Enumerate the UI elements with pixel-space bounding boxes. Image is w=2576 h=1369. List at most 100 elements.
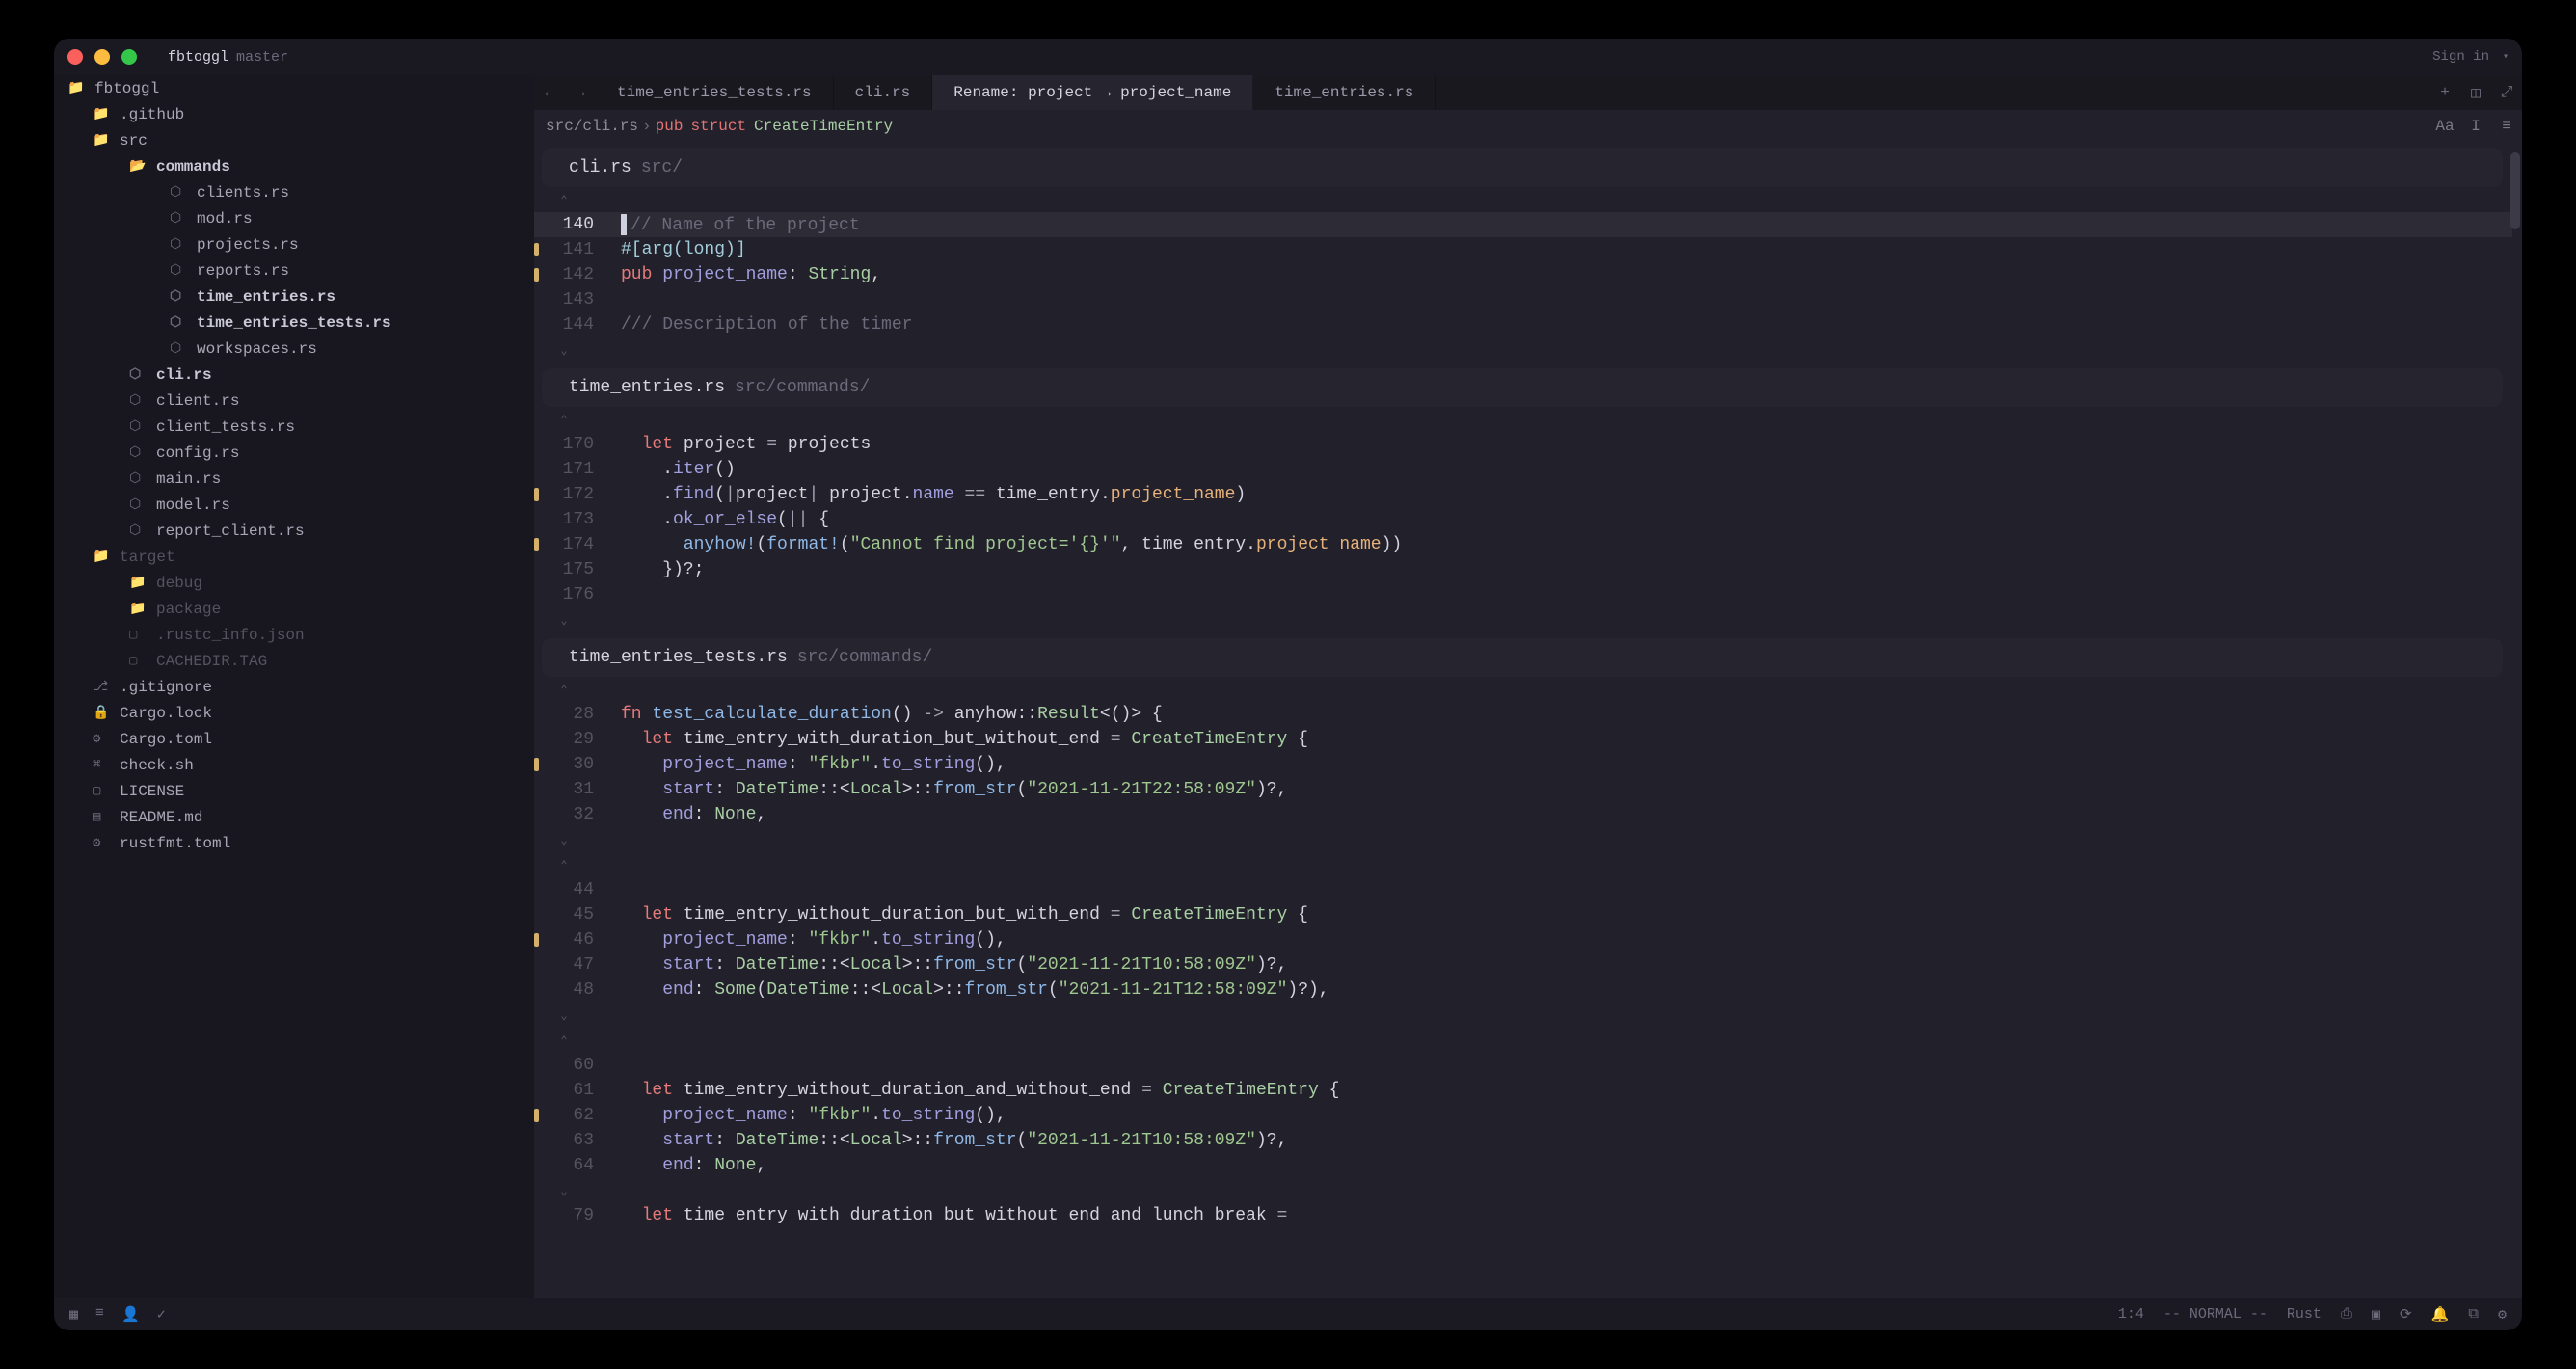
scrollbar[interactable] bbox=[2510, 152, 2520, 229]
panel-icon[interactable]: ▦ bbox=[69, 1305, 78, 1324]
code-line[interactable]: 174 anyhow!(format!("Cannot find project… bbox=[534, 532, 2512, 557]
code-line[interactable]: 32 end: None, bbox=[534, 802, 2512, 827]
case-toggle-icon[interactable]: Aa bbox=[2429, 118, 2460, 135]
copilot-icon[interactable]: ⎙ bbox=[2341, 1305, 2352, 1323]
tab[interactable]: cli.rs bbox=[834, 75, 933, 110]
code-line[interactable]: 62 project_name: "fkbr".to_string(), bbox=[534, 1103, 2512, 1128]
expand-icon[interactable]: ⌃ bbox=[534, 407, 594, 432]
tree-item[interactable]: ⬡report_client.rs bbox=[54, 518, 534, 544]
code-line[interactable]: 44 bbox=[534, 877, 2512, 902]
check-icon[interactable]: ✓ bbox=[157, 1305, 166, 1324]
expand-icon[interactable]: ⌄ bbox=[534, 1178, 594, 1203]
tree-item[interactable]: ⬡reports.rs bbox=[54, 257, 534, 283]
results-pane[interactable]: cli.rssrc/⌃⚡140// Name of the project141… bbox=[534, 143, 2522, 1298]
file-tree[interactable]: 📁fbtoggl📁.github📁src📂commands⬡clients.rs… bbox=[54, 75, 534, 1298]
expand-icon[interactable]: ⌄ bbox=[534, 1003, 594, 1028]
new-tab-icon[interactable]: + bbox=[2429, 75, 2460, 110]
tree-item[interactable]: ▤README.md bbox=[54, 804, 534, 830]
tree-item[interactable]: ⬡client.rs bbox=[54, 388, 534, 414]
minimize-icon[interactable] bbox=[94, 49, 110, 65]
tree-item[interactable]: ⬡client_tests.rs bbox=[54, 414, 534, 440]
tree-item[interactable]: 📁target bbox=[54, 544, 534, 570]
tree-item[interactable]: ⬡projects.rs bbox=[54, 231, 534, 257]
result-file-header[interactable]: cli.rssrc/ bbox=[542, 148, 2503, 187]
tree-item[interactable]: ⬡main.rs bbox=[54, 466, 534, 492]
branch-label[interactable]: master bbox=[236, 49, 288, 66]
code-line[interactable]: 30 project_name: "fkbr".to_string(), bbox=[534, 752, 2512, 777]
zoom-icon[interactable] bbox=[121, 49, 137, 65]
expand-icon[interactable]: ⌄ bbox=[534, 337, 594, 362]
code-line[interactable]: 29 let time_entry_with_duration_but_with… bbox=[534, 727, 2512, 752]
expand-icon[interactable]: ⌃ bbox=[534, 677, 594, 702]
tree-item[interactable]: ▢.rustc_info.json bbox=[54, 622, 534, 648]
tree-item[interactable]: 📁.github bbox=[54, 101, 534, 127]
code-line[interactable]: 31 start: DateTime::<Local>::from_str("2… bbox=[534, 777, 2512, 802]
tree-item[interactable]: ⌘check.sh bbox=[54, 752, 534, 778]
expand-icon[interactable]: ⌄ bbox=[534, 607, 594, 632]
tree-item[interactable]: ⬡workspaces.rs bbox=[54, 336, 534, 362]
expand-icon[interactable]: ⌄ bbox=[534, 827, 594, 852]
filter-icon[interactable]: ≡ bbox=[2491, 118, 2522, 135]
code-line[interactable]: 60 bbox=[534, 1053, 2512, 1078]
gear-icon[interactable]: ⚙ bbox=[2498, 1305, 2507, 1324]
tree-item[interactable]: ⬡model.rs bbox=[54, 492, 534, 518]
language-label[interactable]: Rust bbox=[2287, 1306, 2321, 1323]
code-line[interactable]: 175 })?; bbox=[534, 557, 2512, 582]
tree-item[interactable]: 📁src bbox=[54, 127, 534, 153]
result-file-header[interactable]: time_entries.rssrc/commands/ bbox=[542, 368, 2503, 407]
result-file-header[interactable]: time_entries_tests.rssrc/commands/ bbox=[542, 638, 2503, 677]
tree-item[interactable]: ⬡mod.rs bbox=[54, 205, 534, 231]
code-line[interactable]: 143 bbox=[534, 287, 2512, 312]
bell-icon[interactable]: 🔔 bbox=[2431, 1305, 2450, 1324]
tree-item[interactable]: ⚙Cargo.toml bbox=[54, 726, 534, 752]
code-line[interactable]: 176 bbox=[534, 582, 2512, 607]
expand-icon[interactable]: ⌃ bbox=[534, 1028, 594, 1053]
code-line[interactable]: 141#[arg(long)] bbox=[534, 237, 2512, 262]
tree-item[interactable]: ⚙rustfmt.toml bbox=[54, 830, 534, 856]
refresh-icon[interactable]: ⟳ bbox=[2400, 1305, 2412, 1324]
tree-item[interactable]: 📁package bbox=[54, 596, 534, 622]
code-line[interactable]: 61 let time_entry_without_duration_and_w… bbox=[534, 1078, 2512, 1103]
tree-item[interactable]: 🔒Cargo.lock bbox=[54, 700, 534, 726]
expand-icon[interactable]: ⌃ bbox=[534, 852, 594, 877]
tree-item[interactable]: 📁fbtoggl bbox=[54, 75, 534, 101]
code-line[interactable]: 46 project_name: "fkbr".to_string(), bbox=[534, 927, 2512, 953]
code-line[interactable]: 47 start: DateTime::<Local>::from_str("2… bbox=[534, 953, 2512, 978]
tree-item[interactable]: ▢CACHEDIR.TAG bbox=[54, 648, 534, 674]
tree-item[interactable]: ⬡cli.rs bbox=[54, 362, 534, 388]
code-line[interactable]: 48 end: Some(DateTime::<Local>::from_str… bbox=[534, 978, 2512, 1003]
code-line[interactable]: 172 .find(|project| project.name == time… bbox=[534, 482, 2512, 507]
cursor-icon[interactable]: I bbox=[2460, 118, 2491, 135]
tree-item[interactable]: 📁debug bbox=[54, 570, 534, 596]
nav-back-icon[interactable]: ← bbox=[534, 75, 565, 110]
code-line[interactable]: ⚡140// Name of the project bbox=[534, 212, 2512, 237]
code-line[interactable]: 173 .ok_or_else(|| { bbox=[534, 507, 2512, 532]
code-line[interactable]: 170 let project = projects bbox=[534, 432, 2512, 457]
breadcrumb[interactable]: src/cli.rs › pub struct CreateTimeEntry … bbox=[534, 110, 2522, 143]
code-line[interactable]: 28fn test_calculate_duration() -> anyhow… bbox=[534, 702, 2512, 727]
code-line[interactable]: 144/// Description of the timer bbox=[534, 312, 2512, 337]
tab[interactable]: Rename: project → project_name bbox=[932, 75, 1253, 110]
tree-item[interactable]: ▢LICENSE bbox=[54, 778, 534, 804]
contacts-icon[interactable]: 👤 bbox=[121, 1305, 140, 1324]
code-line[interactable]: 63 start: DateTime::<Local>::from_str("2… bbox=[534, 1128, 2512, 1153]
code-line[interactable]: 64 end: None, bbox=[534, 1153, 2512, 1178]
tree-item[interactable]: ⎇.gitignore bbox=[54, 674, 534, 700]
sign-in-link[interactable]: Sign in bbox=[2432, 49, 2489, 65]
tree-item[interactable]: 📂commands bbox=[54, 153, 534, 179]
expand-icon[interactable]: ⌃ bbox=[534, 187, 594, 212]
tree-item[interactable]: ⬡time_entries.rs bbox=[54, 283, 534, 309]
tree-item[interactable]: ⬡time_entries_tests.rs bbox=[54, 309, 534, 336]
close-icon[interactable] bbox=[67, 49, 83, 65]
tab[interactable]: time_entries.rs bbox=[1253, 75, 1436, 110]
code-line[interactable]: 142pub project_name: String, bbox=[534, 262, 2512, 287]
code-line[interactable]: 79 let time_entry_with_duration_but_with… bbox=[534, 1203, 2512, 1228]
tree-item[interactable]: ⬡config.rs bbox=[54, 440, 534, 466]
nav-forward-icon[interactable]: → bbox=[565, 75, 596, 110]
code-line[interactable]: 171 .iter() bbox=[534, 457, 2512, 482]
tree-item[interactable]: ⬡clients.rs bbox=[54, 179, 534, 205]
diagnostics-icon[interactable]: ▣ bbox=[2372, 1305, 2380, 1324]
tab[interactable]: time_entries_tests.rs bbox=[596, 75, 834, 110]
cursor-position[interactable]: 1:4 bbox=[2118, 1306, 2144, 1323]
code-line[interactable]: 45 let time_entry_without_duration_but_w… bbox=[534, 902, 2512, 927]
